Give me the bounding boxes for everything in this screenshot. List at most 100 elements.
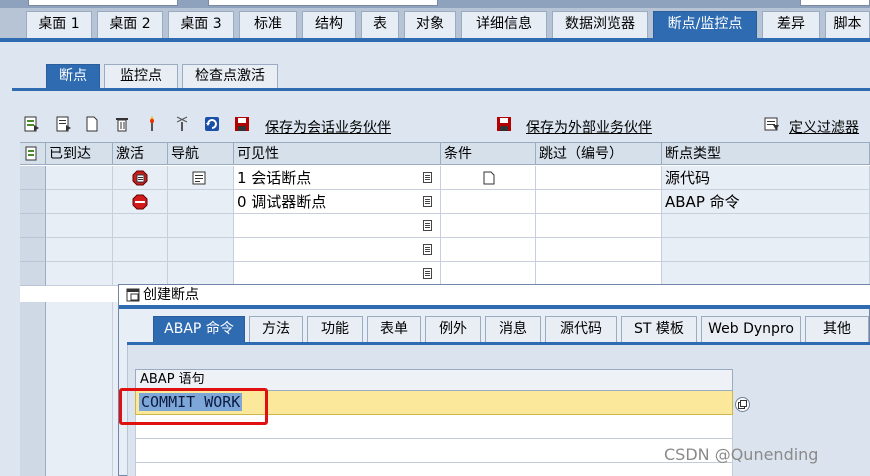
row-selector[interactable] (20, 166, 46, 190)
col-bp-type[interactable]: 断点类型 (662, 143, 870, 165)
deselect-all-icon[interactable] (56, 116, 72, 132)
tab-desktop-2[interactable]: 桌面 2 (97, 11, 163, 38)
cell-reached (46, 190, 113, 214)
grid-select-all[interactable] (20, 143, 46, 165)
save-session-link[interactable]: 保存为会话业务伙伴 (265, 117, 391, 137)
cell-navigation[interactable] (168, 166, 234, 190)
tab-st-template[interactable]: ST 模板 (621, 316, 697, 342)
empty-cell (113, 262, 168, 286)
empty-cell[interactable] (536, 238, 662, 262)
empty-cell[interactable] (234, 262, 441, 286)
top-field-3[interactable] (800, 0, 870, 6)
value-help-icon[interactable] (735, 397, 750, 412)
cell-condition[interactable] (441, 190, 536, 214)
cell-active[interactable] (113, 166, 168, 190)
session-breakpoint-icon[interactable] (132, 170, 148, 186)
cell-reached (46, 166, 113, 190)
tab-message[interactable]: 消息 (485, 316, 541, 342)
statement-input-row[interactable] (135, 439, 733, 463)
tab-exception[interactable]: 例外 (425, 316, 481, 342)
row-selector[interactable] (20, 190, 46, 214)
empty-cell (46, 238, 113, 262)
empty-cell[interactable] (536, 214, 662, 238)
save-external-link[interactable]: 保存为外部业务伙伴 (526, 117, 652, 137)
navigate-icon[interactable] (192, 171, 206, 185)
top-field-2[interactable] (208, 0, 438, 6)
tab-abap-command[interactable]: ABAP 命令 (153, 316, 245, 342)
empty-cell[interactable] (234, 214, 441, 238)
row-selector[interactable] (20, 214, 46, 238)
cell-visibility[interactable]: 1 会话断点 (234, 166, 441, 190)
define-filter-link[interactable]: 定义过滤器 (789, 117, 859, 137)
dropdown-icon[interactable] (423, 172, 432, 183)
condition-doc-icon[interactable] (483, 171, 495, 185)
tab-object[interactable]: 对象 (404, 11, 456, 38)
tab-form[interactable]: 表单 (367, 316, 421, 342)
col-condition[interactable]: 条件 (441, 143, 536, 165)
cell-visibility[interactable]: 0 调试器断点 (234, 190, 441, 214)
stop-icon[interactable] (132, 194, 148, 210)
save-external-icon[interactable] (496, 116, 512, 132)
tab-table[interactable]: 表 (361, 11, 399, 38)
breakpoint-grid: 已到达 激活 导航 可见性 条件 跳过（编号） 断点类型 1 会话断点 源代码 … (20, 142, 870, 302)
empty-cell[interactable] (234, 238, 441, 262)
dropdown-icon[interactable] (423, 220, 432, 231)
empty-cell[interactable] (536, 262, 662, 286)
save-icon[interactable] (234, 116, 250, 132)
tab-checkpoint-activation[interactable]: 检查点激活 (182, 64, 278, 88)
dropdown-icon[interactable] (423, 268, 432, 279)
tab-standard[interactable]: 标准 (239, 11, 297, 38)
cell-condition[interactable] (441, 166, 536, 190)
cell-skip[interactable] (536, 190, 662, 214)
row-selector[interactable] (20, 262, 46, 286)
dialog-window-icon (126, 288, 140, 302)
statement-input-row[interactable] (135, 463, 733, 476)
tab-watchpoint[interactable]: 监控点 (104, 64, 178, 88)
empty-cell (113, 238, 168, 262)
cell-bp-type: 源代码 (662, 166, 870, 190)
tab-source-code[interactable]: 源代码 (545, 316, 617, 342)
tab-web-dynpro[interactable]: Web Dynpro (701, 316, 801, 342)
dropdown-icon[interactable] (423, 244, 432, 255)
new-icon[interactable] (84, 116, 100, 132)
tab-data-browser[interactable]: 数据浏览器 (552, 11, 648, 38)
tab-script[interactable]: 脚本 (825, 11, 870, 38)
sub-tab-strip: 断点 监控点 检查点激活 (12, 62, 870, 88)
row-selector[interactable] (20, 238, 46, 262)
cell-active[interactable] (113, 190, 168, 214)
empty-cell[interactable] (441, 238, 536, 262)
empty-cell[interactable] (441, 214, 536, 238)
tab-desktop-3[interactable]: 桌面 3 (168, 11, 234, 38)
filter-icon[interactable] (764, 116, 780, 132)
tab-structure[interactable]: 结构 (302, 11, 356, 38)
col-visibility[interactable]: 可见性 (234, 143, 441, 165)
tab-other[interactable]: 其他 (805, 316, 869, 342)
cell-skip[interactable] (536, 166, 662, 190)
col-navigation[interactable]: 导航 (168, 143, 234, 165)
dialog-title-bar[interactable]: 创建断点 (119, 285, 870, 305)
tab-breakpoints[interactable]: 断点/监控点 (653, 11, 757, 38)
tab-desktop-1[interactable]: 桌面 1 (26, 11, 92, 38)
tab-breakpoint[interactable]: 断点 (46, 64, 100, 88)
col-reached[interactable]: 已到达 (46, 143, 113, 165)
dialog-title: 创建断点 (143, 287, 199, 303)
deactivate-icon[interactable] (174, 116, 190, 132)
top-field-1[interactable] (28, 0, 178, 6)
col-active[interactable]: 激活 (113, 143, 168, 165)
empty-cell[interactable] (441, 262, 536, 286)
cell-bp-type: ABAP 命令 (662, 190, 870, 214)
tab-function[interactable]: 功能 (307, 316, 363, 342)
delete-icon[interactable] (114, 116, 130, 132)
tab-method[interactable]: 方法 (249, 316, 303, 342)
dropdown-icon[interactable] (423, 196, 432, 207)
dialog-title-underline (119, 305, 870, 309)
activate-icon[interactable] (144, 116, 160, 132)
grid-continuation (20, 302, 118, 476)
tab-diff[interactable]: 差异 (762, 11, 820, 38)
value-help-glyph (738, 400, 747, 409)
tab-details[interactable]: 详细信息 (461, 11, 547, 38)
col-skip[interactable]: 跳过（编号） (536, 143, 662, 165)
empty-cell (168, 238, 234, 262)
refresh-icon[interactable] (204, 116, 220, 132)
select-all-icon[interactable] (24, 116, 40, 132)
